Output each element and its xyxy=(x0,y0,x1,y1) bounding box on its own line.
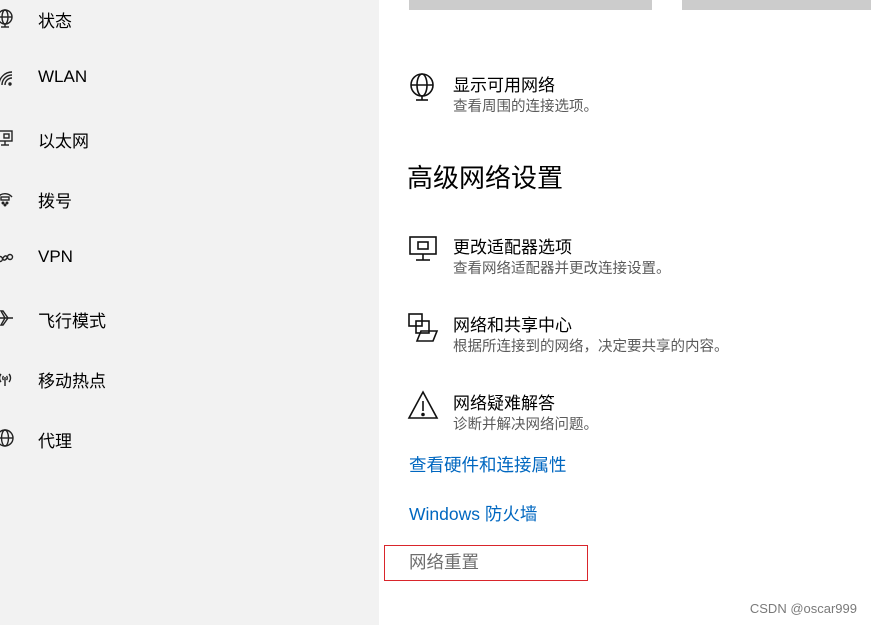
settings-sidebar: 状态 WLAN 以太网 拨号 VPN 飞行模式 移动热点 代理 xyxy=(0,0,379,625)
sidebar-item-label: 以太网 xyxy=(38,132,89,151)
sidebar-item-hotspot[interactable]: 移动热点 xyxy=(0,363,379,393)
sidebar-item-ethernet[interactable]: 以太网 xyxy=(0,123,379,153)
sidebar-item-wlan[interactable]: WLAN xyxy=(0,63,379,93)
change-adapter-options[interactable]: 更改适配器选项 查看网络适配器并更改连接设置。 xyxy=(407,233,847,283)
option-description: 诊断并解决网络问题。 xyxy=(453,417,598,433)
sharing-center-icon xyxy=(407,311,439,343)
option-title: 网络疑难解答 xyxy=(453,394,555,413)
network-sharing-center[interactable]: 网络和共享中心 根据所连接到的网络，决定要共享的内容。 xyxy=(407,311,847,361)
hotspot-icon xyxy=(0,368,16,388)
sidebar-item-dialup[interactable]: 拨号 xyxy=(0,183,379,213)
sidebar-item-vpn[interactable]: VPN xyxy=(0,243,379,273)
sidebar-item-label: WLAN xyxy=(38,67,88,86)
top-button-left[interactable] xyxy=(409,0,652,10)
sidebar-item-label: VPN xyxy=(38,247,73,266)
windows-firewall-link[interactable]: Windows 防火墙 xyxy=(409,501,537,526)
view-hardware-link[interactable]: 查看硬件和连接属性 xyxy=(409,452,567,477)
sidebar-item-label: 状态 xyxy=(38,12,72,31)
globe-icon xyxy=(0,428,16,448)
globe-icon xyxy=(407,71,439,103)
dialup-icon xyxy=(0,188,16,208)
top-button-right[interactable] xyxy=(682,0,871,10)
option-title: 显示可用网络 xyxy=(453,76,555,95)
show-available-networks[interactable]: 显示可用网络 查看周围的连接选项。 xyxy=(407,71,847,121)
watermark: CSDN @oscar999 xyxy=(749,601,857,616)
option-description: 查看网络适配器并更改连接设置。 xyxy=(453,261,671,277)
sidebar-item-label: 移动热点 xyxy=(38,372,106,391)
globe-icon xyxy=(0,8,16,28)
option-title: 更改适配器选项 xyxy=(453,238,572,257)
section-title: 高级网络设置 xyxy=(407,163,564,193)
sidebar-item-label: 代理 xyxy=(38,432,72,451)
sidebar-item-airplane[interactable]: 飞行模式 xyxy=(0,303,379,333)
wifi-icon xyxy=(0,68,16,88)
sidebar-item-label: 拨号 xyxy=(38,192,72,211)
main-content: 显示可用网络 查看周围的连接选项。 高级网络设置 更改适配器选项 查看网络适配器… xyxy=(379,0,871,625)
option-description: 根据所连接到的网络，决定要共享的内容。 xyxy=(453,339,729,355)
ethernet-icon xyxy=(0,128,16,148)
option-title: 网络和共享中心 xyxy=(453,316,572,335)
option-description: 查看周围的连接选项。 xyxy=(453,99,598,115)
adapter-icon xyxy=(407,233,439,265)
sidebar-item-label: 飞行模式 xyxy=(38,312,106,331)
sidebar-item-status[interactable]: 状态 xyxy=(0,3,379,33)
vpn-icon xyxy=(0,248,16,268)
sidebar-item-proxy[interactable]: 代理 xyxy=(0,423,379,453)
airplane-icon xyxy=(0,308,16,328)
warning-icon xyxy=(407,389,439,421)
network-troubleshooter[interactable]: 网络疑难解答 诊断并解决网络问题。 xyxy=(407,389,847,439)
network-reset-link[interactable]: 网络重置 xyxy=(409,549,479,574)
